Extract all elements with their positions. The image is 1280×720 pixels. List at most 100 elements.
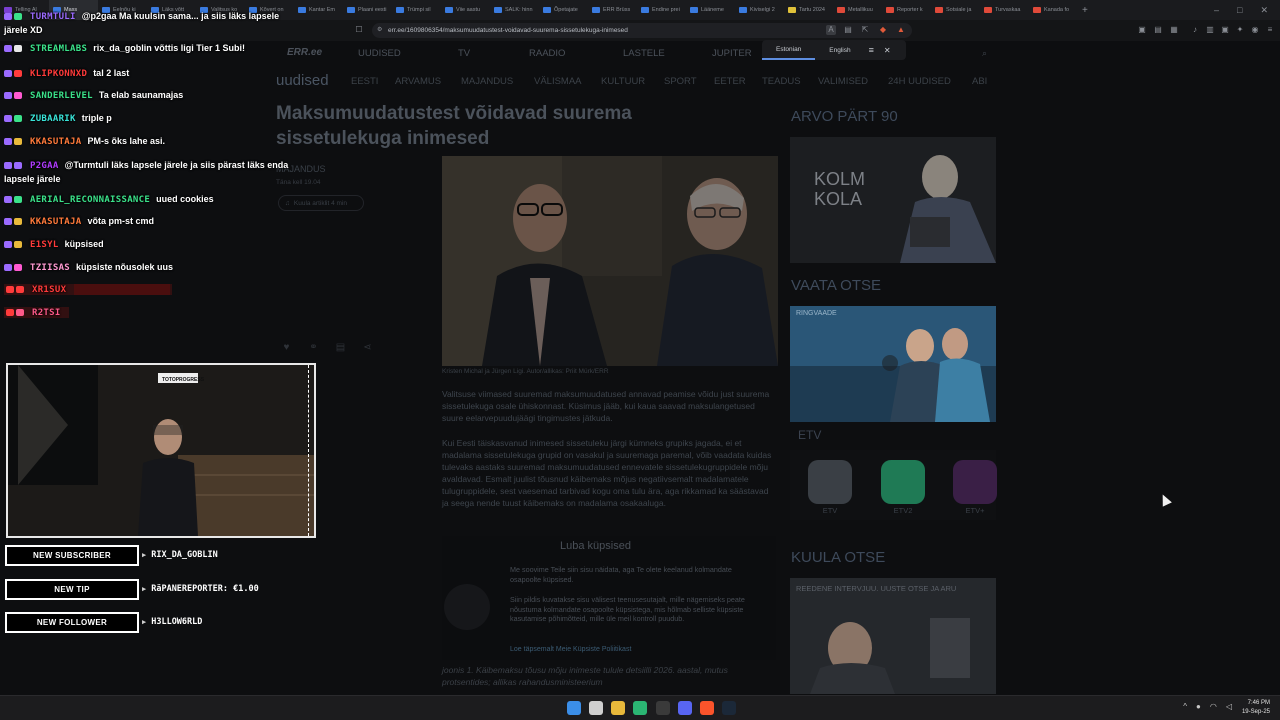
browser-tab[interactable]: Metallikuu <box>833 0 882 20</box>
volume-icon[interactable]: ◁ <box>1226 702 1232 711</box>
terminal-icon[interactable] <box>633 701 647 715</box>
obs-icon[interactable] <box>656 701 670 715</box>
chat-username[interactable]: R2TSI <box>32 308 61 318</box>
mic-icon[interactable]: ● <box>1196 702 1201 711</box>
chat-username[interactable]: P2GAA <box>30 161 59 171</box>
subnav-24h[interactable]: 24H UUDISED <box>888 76 951 87</box>
etv2-channel-icon[interactable] <box>881 460 925 504</box>
share-icon[interactable]: ⋖ <box>361 341 374 354</box>
extension-icon[interactable]: ▣ <box>1137 25 1147 35</box>
browser-tab[interactable]: Kantar Em <box>294 0 343 20</box>
chat-username[interactable]: TURMTULI <box>30 12 76 22</box>
vpn-icon[interactable]: ◉ <box>1250 25 1260 35</box>
live-tv-card[interactable]: RINGVAADE <box>790 306 996 422</box>
subnav-eesti[interactable]: EESTI <box>351 76 378 87</box>
nav-jupiter[interactable]: JUPITER <box>712 48 752 59</box>
search-icon[interactable] <box>589 701 603 715</box>
subnav-teadus[interactable]: TEADUS <box>762 76 801 87</box>
cookie-policy-link[interactable]: Loe täpsemalt Meie Küpsiste Poliitikast <box>510 646 631 653</box>
sidebar-icon[interactable]: ▥ <box>1205 25 1215 35</box>
extension-icon-2[interactable]: ▤ <box>1153 25 1163 35</box>
arvo-part-card[interactable]: KOLM KOLA <box>790 137 996 263</box>
link-icon[interactable]: ⚭ <box>307 341 320 354</box>
clock[interactable]: 7:46 PM 19-Sep-25 <box>1242 699 1270 717</box>
chat-username[interactable]: STREAMLABS <box>30 44 87 54</box>
subnav-arvamus[interactable]: ARVAMUS <box>395 76 441 87</box>
share-page-icon[interactable]: ⇱ <box>860 25 870 35</box>
etvplus-channel-icon[interactable] <box>953 460 997 504</box>
minimize-button[interactable]: – <box>1214 5 1219 16</box>
site-search-icon[interactable]: ⌕ <box>982 48 987 59</box>
chat-username[interactable]: ZUBAARIK <box>30 114 76 124</box>
steam-icon[interactable] <box>722 701 736 715</box>
lang-estonian-tab[interactable]: Estonian <box>762 40 816 60</box>
close-window-button[interactable]: ✕ <box>1260 5 1268 16</box>
browser-tab[interactable]: Plaani eesti <box>343 0 392 20</box>
new-tab-icon[interactable]: + <box>1082 5 1088 16</box>
browser-tab[interactable]: Õpetajate <box>539 0 588 20</box>
brave-rewards-icon[interactable]: ▲ <box>896 25 906 35</box>
music-icon[interactable]: ♪ <box>1190 25 1200 35</box>
browser-tab[interactable]: Kiviselgi 2 <box>735 0 784 20</box>
chat-username[interactable]: E1SYL <box>30 240 59 250</box>
kuula-otse-heading[interactable]: KUULA OTSE <box>791 549 885 566</box>
nav-uudised[interactable]: UUDISED <box>358 48 401 59</box>
heart-icon[interactable]: ♥ <box>280 341 293 354</box>
subnav-abi[interactable]: ABI <box>972 76 987 87</box>
browser-tab[interactable]: Trümpi sil <box>392 0 441 20</box>
tray-chevron-icon[interactable]: ^ <box>1183 702 1187 711</box>
nav-tv[interactable]: TV <box>458 48 470 59</box>
reader-icon[interactable]: ▤ <box>843 25 853 35</box>
maximize-button[interactable]: □ <box>1237 5 1242 16</box>
chat-username[interactable]: KKASUTAJA <box>30 137 81 147</box>
chat-username[interactable]: AERIAL_RECONNAISSANCE <box>30 195 150 205</box>
browser-tab[interactable]: Sotsiale ja <box>931 0 980 20</box>
wifi-icon[interactable]: ◠ <box>1210 702 1217 711</box>
bookmark-icon[interactable]: ☐ <box>354 25 364 35</box>
site-info-icon[interactable]: ⚙ <box>377 26 382 33</box>
browser-tab[interactable]: Tartu 2024 <box>784 0 833 20</box>
subnav-kultuur[interactable]: KULTUUR <box>601 76 645 87</box>
nav-lastele[interactable]: LASTELE <box>623 48 665 59</box>
chat-username[interactable]: KKASUTAJA <box>30 217 81 227</box>
subnav-valimised[interactable]: VALIMISED <box>818 76 868 87</box>
article-paragraph: Kui Eesti täiskasvanud inimesed sissetul… <box>442 438 772 508</box>
translate-menu-icon[interactable]: ≡ <box>869 45 874 55</box>
browser-tab[interactable]: SALK: hinn <box>490 0 539 20</box>
subnav-valismaa[interactable]: VÄLISMAA <box>534 76 582 87</box>
leo-icon[interactable]: ✦ <box>1235 25 1245 35</box>
discord-icon[interactable] <box>678 701 692 715</box>
chat-username[interactable]: XR1SUX <box>32 285 66 295</box>
chat-username[interactable]: TZIISAS <box>30 263 70 273</box>
browser-tab[interactable]: Reporter k <box>882 0 931 20</box>
subnav-eeter[interactable]: EETER <box>714 76 746 87</box>
browser-tab[interactable]: Viie aastu <box>441 0 490 20</box>
live-radio-card[interactable] <box>790 578 996 694</box>
browser-tab[interactable]: Turvaskaa <box>980 0 1029 20</box>
brave-icon[interactable] <box>700 701 714 715</box>
vaata-otse-heading[interactable]: VAATA OTSE <box>791 277 881 294</box>
windows-start-icon[interactable] <box>567 701 581 715</box>
nav-raadio[interactable]: RAADIO <box>529 48 565 59</box>
print-icon[interactable]: ▤ <box>334 341 347 354</box>
lang-english-tab[interactable]: English <box>815 40 864 60</box>
subnav-majandus[interactable]: MAJANDUS <box>461 76 513 87</box>
browser-tab[interactable]: ERR Brüss <box>588 0 637 20</box>
browser-tab[interactable]: Kanada fo <box>1029 0 1078 20</box>
menu-icon[interactable]: ≡ <box>1265 25 1275 35</box>
chat-username[interactable]: KLIPKONNXD <box>30 69 87 79</box>
wallet-icon[interactable]: ▣ <box>1220 25 1230 35</box>
subnav-sport[interactable]: SPORT <box>664 76 697 87</box>
etv-channel-icon[interactable] <box>808 460 852 504</box>
extension-icon-3[interactable]: ▦ <box>1169 25 1179 35</box>
browser-tab[interactable]: Endine prei <box>637 0 686 20</box>
file-explorer-icon[interactable] <box>611 701 625 715</box>
browser-tab[interactable]: Lääneme <box>686 0 735 20</box>
translate-icon[interactable]: A <box>826 25 836 35</box>
translate-close-icon[interactable]: ✕ <box>884 46 891 55</box>
chat-message: ZUBAARIK triple p <box>4 113 112 124</box>
chat-username[interactable]: SANDERLEVEL <box>30 91 93 101</box>
arvo-heading[interactable]: ARVO PÄRT 90 <box>791 108 898 125</box>
brave-shields-icon[interactable]: ◆ <box>878 25 888 35</box>
webcam-feed <box>8 365 314 536</box>
